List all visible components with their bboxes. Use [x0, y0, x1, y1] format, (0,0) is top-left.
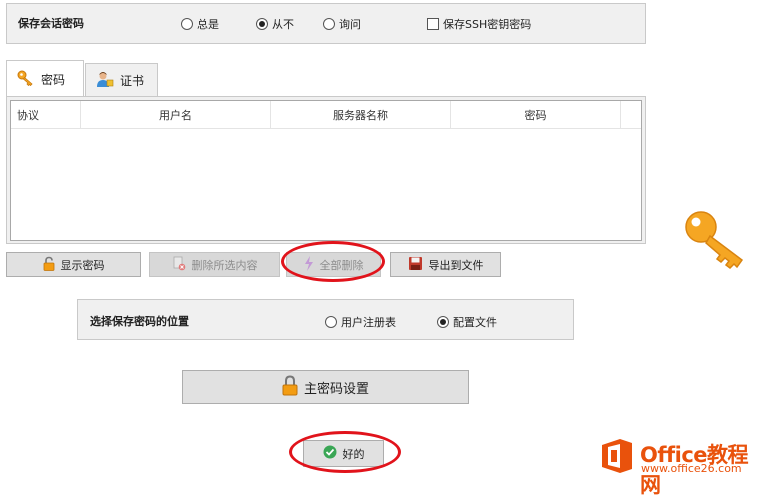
radio-ask-dot[interactable] [323, 18, 335, 30]
password-location-title: 选择保存密码的位置 [90, 315, 189, 328]
save-ssh-key-passphrase-checkbox[interactable]: 保存SSH密钥密码 [427, 16, 531, 32]
radio-ask[interactable]: 询问 [323, 16, 361, 32]
radio-never-label: 从不 [272, 18, 294, 31]
user-certificate-icon [96, 71, 114, 90]
radio-always-label: 总是 [197, 18, 219, 31]
tab-certificate-label: 证书 [120, 74, 145, 88]
save-session-password-title: 保存会话密码 [18, 17, 84, 30]
radio-never[interactable]: 从不 [256, 16, 294, 32]
radio-user-registry-dot[interactable] [325, 316, 337, 328]
master-lock-icon [282, 374, 298, 400]
office-logo-icon [598, 437, 636, 478]
key-icon [17, 70, 35, 89]
radio-user-registry-label: 用户注册表 [341, 316, 396, 329]
saved-passwords-table[interactable]: 协议 用户名 服务器名称 密码 [10, 100, 642, 241]
master-password-settings-button[interactable]: 主密码设置 [182, 370, 469, 404]
radio-config-file-dot[interactable] [437, 316, 449, 328]
column-protocol[interactable]: 协议 [11, 101, 81, 128]
export-to-file-label: 导出到文件 [428, 258, 484, 272]
show-password-label: 显示密码 [60, 258, 105, 272]
radio-never-dot[interactable] [256, 18, 268, 30]
tab-password[interactable]: 密码 [6, 60, 84, 97]
radio-user-registry[interactable]: 用户注册表 [325, 314, 396, 330]
radio-ask-label: 询问 [339, 18, 361, 31]
radio-config-file-label: 配置文件 [453, 316, 497, 329]
show-password-button[interactable]: 显示密码 [6, 252, 141, 277]
radio-config-file[interactable]: 配置文件 [437, 314, 497, 330]
lock-icon [43, 256, 55, 274]
table-header: 协议 用户名 服务器名称 密码 [11, 101, 641, 129]
delete-selected-button[interactable]: 删除所选内容 [149, 252, 280, 277]
save-ssh-key-passphrase-label: 保存SSH密钥密码 [443, 18, 532, 31]
watermark-url: www.office26.com [641, 462, 742, 475]
column-password[interactable]: 密码 [451, 101, 621, 128]
radio-always[interactable]: 总是 [181, 16, 219, 32]
column-server-name[interactable]: 服务器名称 [271, 101, 451, 128]
delete-selected-label: 删除所选内容 [191, 258, 258, 272]
highlight-ellipse-ok [289, 431, 401, 473]
export-to-file-button[interactable]: 导出到文件 [390, 252, 501, 277]
save-session-password-group: 保存会话密码 总是 从不 询问 保存SSH密钥密码 [6, 3, 646, 44]
checkbox-box[interactable] [427, 18, 439, 30]
tab-certificate[interactable]: 证书 [85, 63, 158, 97]
radio-always-dot[interactable] [181, 18, 193, 30]
delete-document-icon [172, 256, 186, 274]
tab-password-label: 密码 [41, 72, 66, 87]
password-location-group: 选择保存密码的位置 用户注册表 配置文件 [77, 299, 574, 340]
column-username[interactable]: 用户名 [81, 101, 271, 128]
large-key-icon [684, 210, 748, 273]
save-disk-icon [408, 256, 423, 274]
highlight-ellipse-delete-all [281, 241, 385, 282]
master-password-settings-label: 主密码设置 [303, 381, 369, 397]
password-tab-pane: 协议 用户名 服务器名称 密码 [6, 96, 646, 244]
